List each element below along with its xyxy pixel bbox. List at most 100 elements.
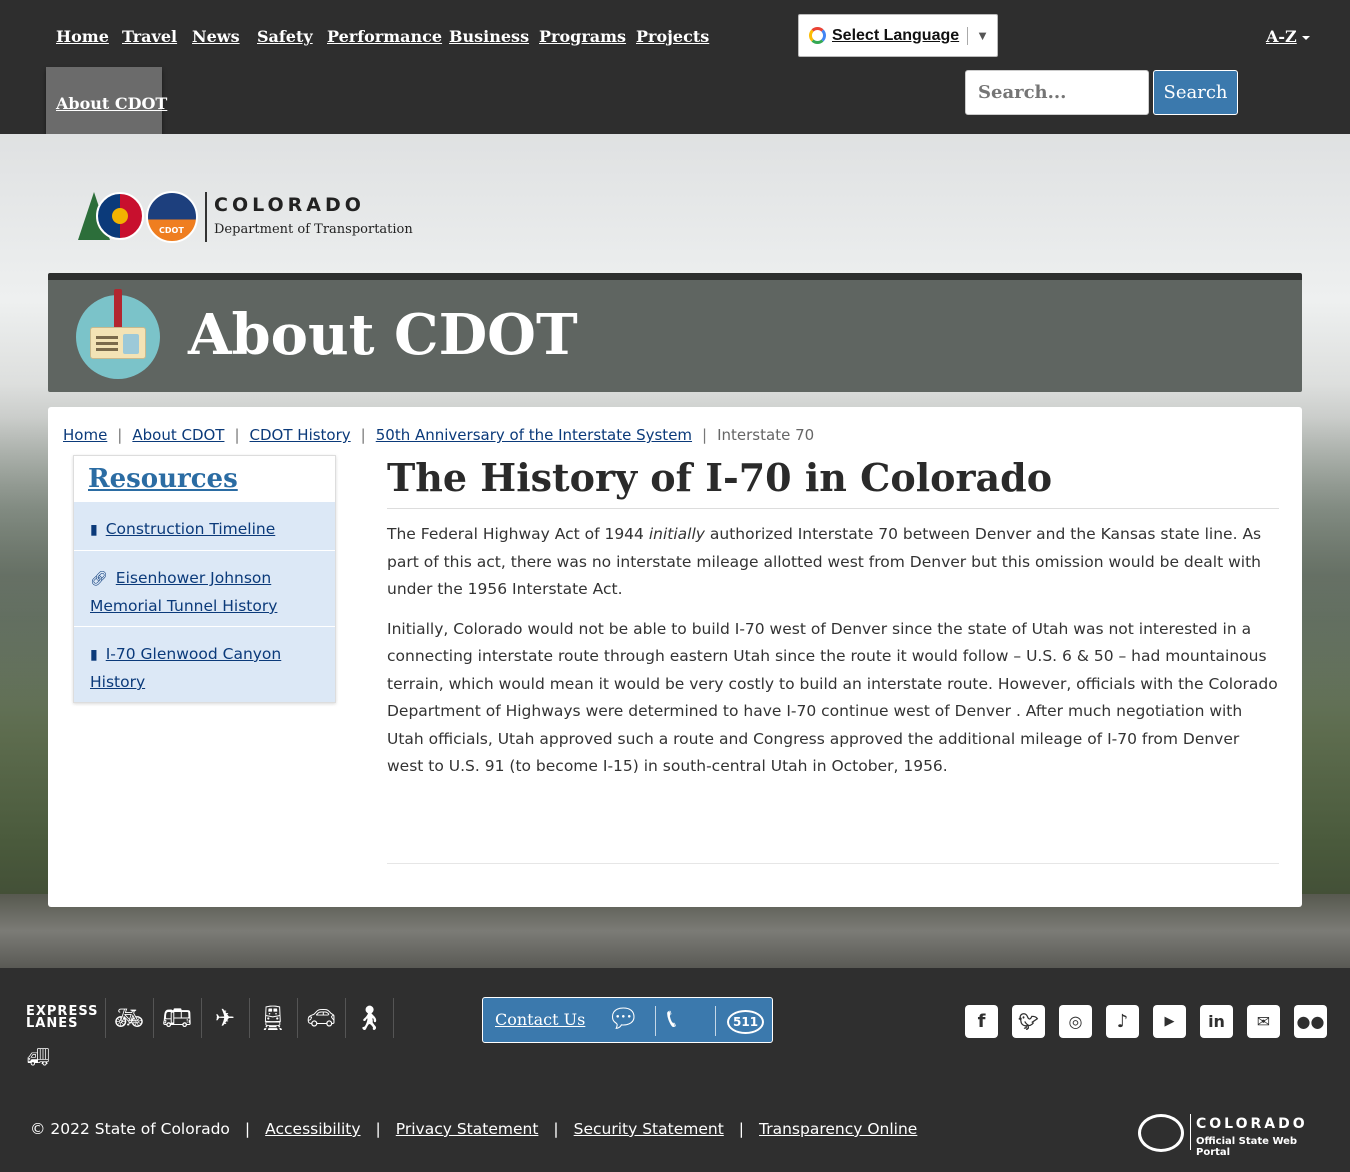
- resources-sidebar: Resources ▮ Construction Timeline 🔗︎ Eisen…: [73, 455, 336, 703]
- nav-business[interactable]: Business: [449, 27, 529, 46]
- express-lanes-link[interactable]: EXPRESS LANES: [26, 1005, 98, 1030]
- breadcrumb-about-cdot[interactable]: About CDOT: [132, 426, 224, 444]
- car-icon[interactable]: 🚗︎: [302, 998, 340, 1038]
- nav-news[interactable]: News: [192, 27, 240, 46]
- language-label[interactable]: Select Language: [832, 27, 959, 45]
- nav-travel[interactable]: Travel: [122, 27, 177, 46]
- google-icon: [809, 27, 826, 44]
- linkedin-icon[interactable]: in: [1200, 1005, 1233, 1038]
- article: The History of I-70 in Colorado The Fede…: [387, 455, 1279, 781]
- article-title: The History of I-70 in Colorado: [387, 455, 1279, 509]
- divider: |: [244, 1120, 251, 1138]
- facebook-icon[interactable]: f: [965, 1005, 998, 1038]
- article-paragraph: Initially, Colorado would not be able to…: [387, 619, 1278, 776]
- transparency-online-link[interactable]: Transparency Online: [759, 1120, 917, 1138]
- sidebar-link[interactable]: Construction Timeline: [106, 520, 276, 538]
- breadcrumb-50th-anniversary[interactable]: 50th Anniversary of the Interstate Syste…: [376, 426, 692, 444]
- divider: [655, 1006, 656, 1036]
- sidebar-item-eisenhower-tunnel[interactable]: 🔗︎ Eisenhower Johnson Memorial Tunnel His…: [74, 550, 335, 626]
- file-icon: ▮: [90, 647, 98, 663]
- divider: [393, 998, 394, 1038]
- email-icon[interactable]: ✉︎: [1247, 1005, 1280, 1038]
- state-name: COLORADO: [1196, 1116, 1308, 1132]
- truck-icon[interactable]: 🚚︎: [22, 1042, 54, 1072]
- instagram-icon[interactable]: ◎: [1059, 1005, 1092, 1038]
- breadcrumb-sep: |: [117, 426, 123, 444]
- divider: [297, 998, 298, 1038]
- airplane-icon[interactable]: ✈︎: [206, 998, 244, 1038]
- divider: [387, 863, 1279, 864]
- article-paragraph: The Federal Highway Act of 1944 initiall…: [387, 521, 1279, 604]
- footer: EXPRESS LANES 🚲︎ 🚌︎ ✈︎ 🚆︎ 🚗︎ 🚶︎ 🚚︎ Contac…: [0, 968, 1350, 1172]
- colorado-c-icon: [1138, 1114, 1184, 1152]
- page-banner: About CDOT: [48, 273, 1302, 392]
- top-navigation-bar: Home Travel News Safety Performance Busi…: [0, 0, 1350, 140]
- nav-programs[interactable]: Programs: [539, 27, 626, 46]
- contact-us-box: Contact Us 💬︎ 📞︎ 511: [482, 997, 773, 1043]
- cdot-badge-icon: CDOT: [146, 191, 198, 243]
- search-input[interactable]: [965, 70, 1149, 115]
- breadcrumb-home[interactable]: Home: [63, 426, 107, 444]
- breadcrumb-cdot-history[interactable]: CDOT History: [250, 426, 351, 444]
- youtube-icon[interactable]: ▶: [1153, 1005, 1186, 1038]
- nav-projects[interactable]: Projects: [636, 27, 709, 46]
- id-badge-icon: [76, 289, 160, 379]
- train-icon[interactable]: 🚆︎: [254, 998, 292, 1038]
- nav-about-cdot[interactable]: About CDOT: [56, 94, 167, 113]
- pedestrian-icon[interactable]: 🚶︎: [350, 998, 388, 1038]
- logo-state-name: COLORADO: [214, 194, 365, 216]
- divider: |: [375, 1120, 381, 1138]
- privacy-statement-link[interactable]: Privacy Statement: [396, 1120, 539, 1138]
- cdot-badge-text: CDOT: [159, 226, 184, 235]
- nav-safety[interactable]: Safety: [257, 27, 313, 46]
- accessibility-link[interactable]: Accessibility: [265, 1120, 360, 1138]
- contact-us-link[interactable]: Contact Us: [495, 1010, 585, 1029]
- divider: [715, 1006, 716, 1036]
- dropdown-arrow-icon[interactable]: ▼: [976, 28, 989, 43]
- sidebar-link[interactable]: Eisenhower Johnson Memorial Tunnel Histo…: [90, 569, 277, 615]
- 511-icon[interactable]: 511: [727, 1010, 765, 1034]
- banner-title: About CDOT: [188, 302, 578, 368]
- breadcrumb: Home | About CDOT | CDOT History | 50th Annive…: [63, 426, 814, 444]
- caret-down-icon: [1301, 35, 1310, 40]
- logo-divider: [1190, 1114, 1191, 1150]
- text: The Federal Highway Act of 1944: [387, 525, 649, 543]
- bus-icon[interactable]: 🚌︎: [158, 998, 196, 1038]
- breadcrumb-current: Interstate 70: [717, 426, 815, 444]
- language-selector[interactable]: Select Language ▼: [798, 14, 998, 57]
- logo-department-name: Department of Transportation: [214, 222, 413, 237]
- breadcrumb-sep: |: [234, 426, 240, 444]
- a-z-dropdown[interactable]: A-Z: [1266, 27, 1310, 46]
- resources-title[interactable]: Resources: [88, 464, 238, 494]
- divider: [967, 26, 969, 45]
- divider: [345, 998, 346, 1038]
- divider: |: [738, 1120, 745, 1138]
- bicycle-icon[interactable]: 🚲︎: [110, 998, 148, 1038]
- nav-performance[interactable]: Performance: [327, 27, 442, 46]
- sidebar-item-construction-timeline[interactable]: ▮ Construction Timeline: [74, 501, 335, 550]
- colorado-state-portal-logo[interactable]: COLORADO Official State Web Portal: [1138, 1114, 1328, 1158]
- twitter-icon[interactable]: 🐦︎: [1012, 1005, 1045, 1038]
- divider: [105, 998, 106, 1038]
- flickr-icon[interactable]: ●●: [1294, 1005, 1327, 1038]
- nav-about-cdot-active[interactable]: About CDOT: [46, 67, 167, 140]
- chat-icon[interactable]: 💬︎: [607, 1004, 640, 1034]
- sidebar-link[interactable]: I-70 Glenwood Canyon History: [90, 645, 281, 691]
- divider: [249, 998, 250, 1038]
- state-portal-subtitle: Official State Web Portal: [1196, 1136, 1298, 1158]
- emphasis-text: initially: [648, 525, 705, 543]
- id-card: [90, 327, 146, 359]
- logo-divider: [205, 192, 207, 242]
- nav-home[interactable]: Home: [56, 27, 109, 46]
- tiktok-icon[interactable]: ♪: [1106, 1005, 1139, 1038]
- phone-icon[interactable]: 📞︎: [667, 1004, 676, 1035]
- divider: |: [553, 1120, 559, 1138]
- divider: [153, 998, 154, 1038]
- file-icon: ▮: [90, 522, 98, 538]
- security-statement-link[interactable]: Security Statement: [574, 1120, 724, 1138]
- breadcrumb-sep: |: [360, 426, 366, 444]
- lanyard: [114, 289, 122, 329]
- search-button[interactable]: Search: [1153, 70, 1238, 115]
- cdot-logo[interactable]: CDOT COLORADO Department of Transportati…: [78, 188, 418, 244]
- sidebar-item-glenwood-canyon[interactable]: ▮ I-70 Glenwood Canyon History: [74, 626, 335, 702]
